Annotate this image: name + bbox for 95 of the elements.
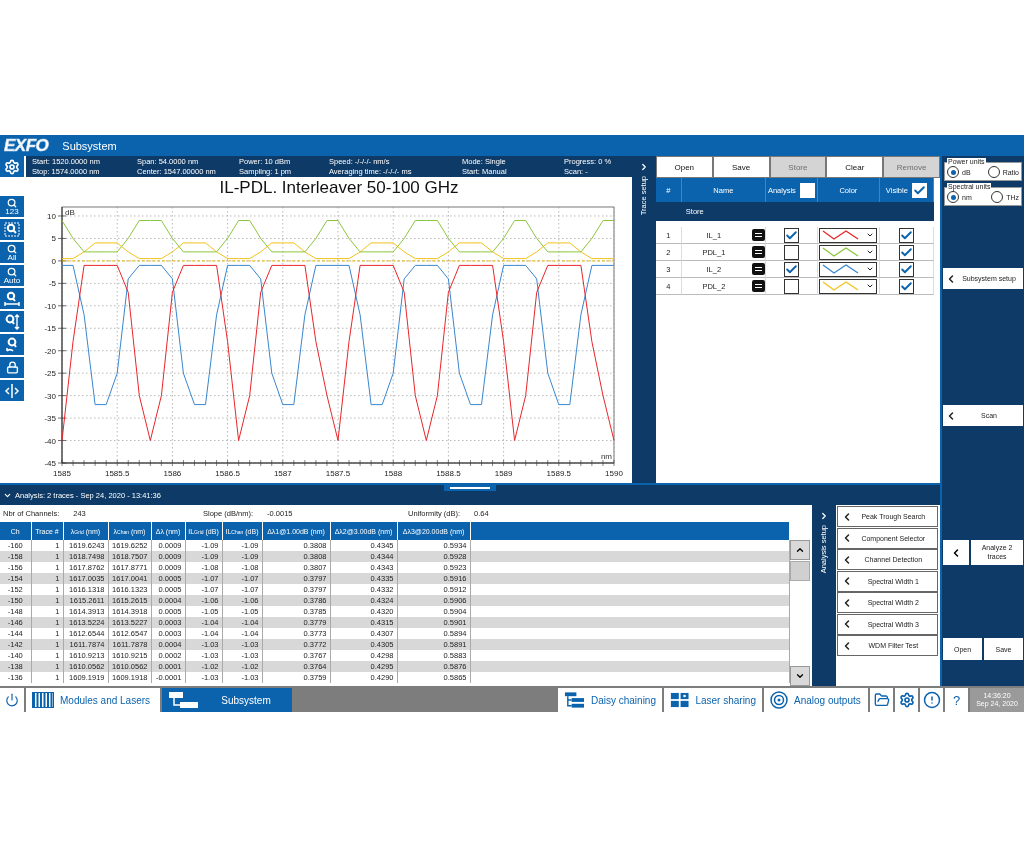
magnifier-icon	[7, 266, 17, 277]
settings-icon	[4, 158, 20, 175]
alert-icon	[922, 691, 941, 709]
color-dropdown[interactable]	[819, 278, 878, 294]
color-dropdown[interactable]	[819, 244, 878, 260]
header-checkbox[interactable]	[799, 182, 815, 198]
header-checkbox[interactable]	[911, 182, 927, 198]
x-tick-label: 1586	[163, 469, 182, 478]
app-tab[interactable]: Laser sharing	[664, 688, 762, 712]
y-tick-label: -15	[44, 324, 56, 334]
modules-icon	[32, 692, 54, 708]
visible-checkbox[interactable]	[898, 261, 914, 277]
x-tick-label: 1588.5	[436, 469, 461, 478]
magnifier-icon	[7, 243, 17, 254]
app-tab[interactable]: Analog outputs	[764, 688, 868, 712]
y-tick-label: 5	[51, 234, 56, 244]
zoom-tool-button[interactable]	[0, 311, 24, 332]
note-icon[interactable]	[751, 280, 765, 292]
analysis-checkbox[interactable]	[783, 261, 799, 277]
toolbar-button[interactable]	[895, 688, 918, 712]
visible-checkbox[interactable]	[898, 278, 914, 294]
zoom-tool-button[interactable]	[0, 219, 24, 240]
x-tick-label: 1588	[384, 469, 403, 478]
zoom-tool-button[interactable]: Auto	[0, 265, 24, 286]
daisy-chain-icon	[564, 691, 585, 709]
y-tick-label: -30	[44, 391, 56, 401]
app-tab[interactable]: Daisy chaining	[558, 688, 662, 712]
zoom-out-icon	[4, 336, 20, 353]
target-icon	[770, 691, 788, 709]
settings-button[interactable]	[0, 156, 24, 177]
x-tick-label: 1589	[494, 469, 513, 478]
chevron-down-icon	[795, 671, 805, 681]
window-title: Subsystem	[62, 139, 117, 152]
zoom-tool-button[interactable]: 123	[0, 196, 24, 217]
analysis-checkbox[interactable]	[783, 278, 799, 294]
y-tick-label: -35	[44, 414, 56, 424]
app-tab[interactable]: Subsystem	[162, 688, 292, 712]
x-tick-label: 1585	[53, 469, 71, 478]
visible-checkbox[interactable]	[898, 244, 914, 260]
toolbar-button[interactable]	[920, 688, 943, 712]
y-tick-label: -45	[44, 459, 56, 468]
split-icon	[4, 382, 20, 399]
toolbar-button[interactable]: Save	[712, 156, 770, 178]
visible-checkbox[interactable]	[898, 227, 914, 243]
color-dropdown[interactable]	[819, 261, 878, 277]
x-tick-label: 1586.5	[215, 469, 240, 478]
y-tick-label: 10	[47, 212, 56, 221]
scroll-down-button[interactable]	[790, 666, 810, 686]
y-tick-label: -10	[44, 301, 56, 311]
note-icon[interactable]	[751, 229, 765, 241]
chevron-up-icon	[795, 545, 805, 555]
toolbar-button[interactable]	[870, 688, 893, 712]
zoom-tool-button[interactable]	[0, 288, 24, 309]
vertical-zoom-icon	[4, 313, 20, 330]
help-button[interactable]: ?	[945, 688, 968, 712]
subsystem-icon	[168, 691, 200, 709]
power-icon	[5, 693, 19, 707]
x-tick-label: 1585.5	[104, 469, 130, 478]
scroll-up-button[interactable]	[790, 540, 810, 560]
chart-title: IL-PDL. Interleaver 50-100 GHz	[219, 177, 459, 199]
y-tick-label: -5	[48, 279, 56, 289]
zoom-tool-button[interactable]	[0, 380, 24, 401]
settings-icon	[898, 692, 915, 708]
horizontal-zoom-icon	[4, 290, 20, 307]
toolbar-button[interactable]: Open	[655, 156, 713, 178]
analysis-checkbox[interactable]	[783, 244, 799, 260]
app-tab[interactable]: Modules and Lasers	[26, 688, 160, 712]
lock-icon	[5, 361, 19, 374]
scrollbar-thumb[interactable]	[790, 561, 810, 581]
zoom-tool-button[interactable]	[0, 357, 24, 378]
box-zoom-icon	[4, 222, 20, 237]
magnifier-icon	[7, 197, 17, 208]
y-tick-label: 0	[51, 256, 56, 266]
x-tick-label: 1590	[605, 469, 623, 478]
y-tick-label: -25	[44, 369, 56, 379]
splitter-handle[interactable]	[444, 485, 496, 491]
x-tick-label: 1589.5	[546, 469, 572, 478]
note-icon[interactable]	[751, 263, 765, 275]
folder-icon	[873, 692, 890, 708]
power-button[interactable]	[0, 688, 24, 712]
zoom-tool-button[interactable]	[0, 334, 24, 355]
zoom-tool-button[interactable]: All	[0, 242, 24, 263]
toolbar-button[interactable]: Clear	[826, 156, 884, 178]
analysis-checkbox[interactable]	[783, 227, 799, 243]
x-tick-label: 1587	[273, 469, 292, 478]
x-axis-label: nm	[600, 452, 612, 461]
y-tick-label: -20	[44, 346, 56, 356]
y-axis-label: dB	[65, 208, 75, 217]
note-icon[interactable]	[751, 246, 765, 258]
color-dropdown[interactable]	[819, 227, 878, 243]
x-tick-label: 1587.5	[325, 469, 351, 478]
expand-button[interactable]	[943, 540, 969, 565]
logo: EXFO	[4, 135, 49, 156]
y-tick-label: -40	[44, 436, 56, 446]
laser-sharing-icon	[670, 691, 690, 709]
